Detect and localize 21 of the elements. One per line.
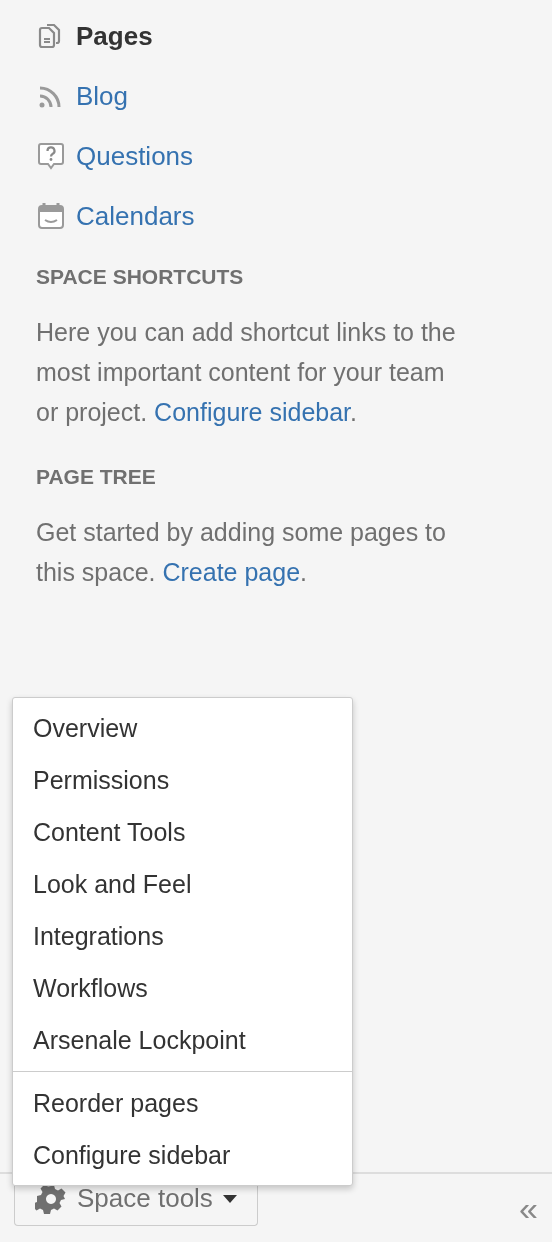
menu-item[interactable]: Reorder pages bbox=[13, 1077, 352, 1129]
section-heading: PAGE TREE bbox=[36, 464, 157, 490]
sidebar-item[interactable]: Pages bbox=[36, 6, 468, 66]
section-text: Here you can add shortcut links to the most important content for your team or project. Configure sidebar. bbox=[36, 317, 457, 428]
sidebar-item[interactable]: Calendars bbox=[36, 186, 468, 246]
sidebar-item[interactable]: Questions bbox=[36, 126, 468, 186]
caret-icon bbox=[222, 1194, 237, 1203]
text-link[interactable]: Create page bbox=[162, 558, 301, 586]
calendar-icon bbox=[36, 201, 66, 231]
menu-item[interactable]: Workflows bbox=[13, 962, 352, 1014]
text-link[interactable]: Configure sidebar bbox=[154, 398, 351, 426]
sidebar-item[interactable]: Blog bbox=[36, 66, 468, 126]
question-bubble-icon bbox=[36, 141, 66, 171]
menu-item[interactable]: Look and Feel bbox=[13, 858, 352, 910]
menu-item[interactable]: Arsenale Lockpoint bbox=[13, 1014, 352, 1066]
menu-item[interactable]: Overview bbox=[13, 702, 352, 754]
menu-item[interactable]: Content Tools bbox=[13, 806, 352, 858]
menu-item[interactable]: Integrations bbox=[13, 910, 352, 962]
section-text: Get started by adding some pages to this space. Create page. bbox=[36, 517, 447, 588]
section-heading: SPACE SHORTCUTS bbox=[36, 264, 245, 290]
menu-item[interactable]: Permissions bbox=[13, 754, 352, 806]
